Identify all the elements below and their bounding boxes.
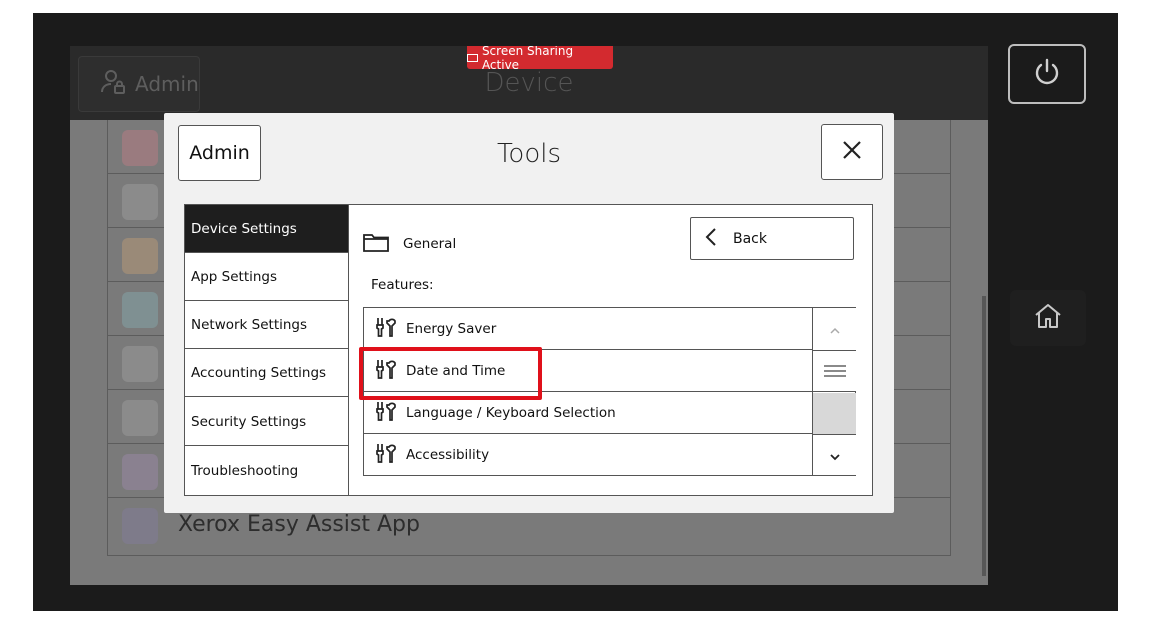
screen-sharing-badge: Screen Sharing Active <box>467 46 613 72</box>
nav-item-accounting-settings[interactable]: Accounting Settings <box>185 349 348 397</box>
back-label: Back <box>733 230 767 247</box>
chevron-up-icon <box>829 320 841 339</box>
breadcrumb-label: General <box>403 236 457 252</box>
feature-energy-saver[interactable]: Energy Saver <box>364 308 812 350</box>
home-icon <box>1032 300 1064 336</box>
nav-item-app-settings[interactable]: App Settings <box>185 253 348 301</box>
scroll-track[interactable] <box>813 393 856 434</box>
close-button[interactable] <box>821 124 883 180</box>
feature-label: Language / Keyboard Selection <box>406 404 616 421</box>
chevron-down-icon <box>829 446 841 465</box>
back-button[interactable]: Back <box>690 217 854 260</box>
scroll-handle[interactable] <box>813 350 856 392</box>
scroll-up-button[interactable] <box>813 308 856 350</box>
app-icon <box>122 292 158 328</box>
tools-icon <box>374 315 398 343</box>
feature-accessibility[interactable]: Accessibility <box>364 434 812 475</box>
app-label: Xerox Easy Assist App <box>178 512 420 537</box>
home-button[interactable] <box>1010 290 1086 346</box>
nav-item-troubleshooting[interactable]: Troubleshooting <box>185 446 348 495</box>
cloud-upload-icon <box>122 454 158 490</box>
close-icon <box>841 139 863 165</box>
app-icon <box>122 400 158 436</box>
feature-label: Energy Saver <box>406 320 497 337</box>
app-icon <box>122 184 158 220</box>
screen-sharing-text: Screen Sharing Active <box>481 46 574 72</box>
app-icon <box>122 130 158 166</box>
feature-label: Accessibility <box>406 446 490 463</box>
chevron-left-icon <box>705 227 717 251</box>
screen-share-icon <box>467 53 478 62</box>
app-icon <box>122 346 158 382</box>
nav-item-device-settings[interactable]: Device Settings <box>185 205 348 253</box>
page-title: Device <box>484 68 574 98</box>
tools-icon <box>374 399 398 427</box>
nav-item-security-settings[interactable]: Security Settings <box>185 398 348 446</box>
drag-handle-icon <box>823 362 846 381</box>
dialog-title: Tools <box>496 139 562 169</box>
tools-icon <box>374 441 398 469</box>
highlight-box <box>359 347 542 400</box>
breadcrumb: General <box>363 232 456 256</box>
top-bar: Admin Device Screen Sharing Active <box>70 46 988 120</box>
power-icon <box>1031 56 1063 92</box>
power-button[interactable] <box>1008 44 1086 104</box>
scroll-down-button[interactable] <box>813 434 856 475</box>
easy-assist-icon <box>122 508 158 544</box>
folder-icon <box>363 232 389 256</box>
nav-item-network-settings[interactable]: Network Settings <box>185 301 348 349</box>
app-icon <box>122 238 158 274</box>
settings-nav: Device Settings App Settings Network Set… <box>185 205 349 495</box>
tools-dialog: Admin Tools Device Settings App Settings… <box>164 113 894 513</box>
features-scrollbar <box>812 308 856 475</box>
app-list-scrollbar[interactable] <box>982 296 986 576</box>
features-label: Features: <box>371 277 434 293</box>
